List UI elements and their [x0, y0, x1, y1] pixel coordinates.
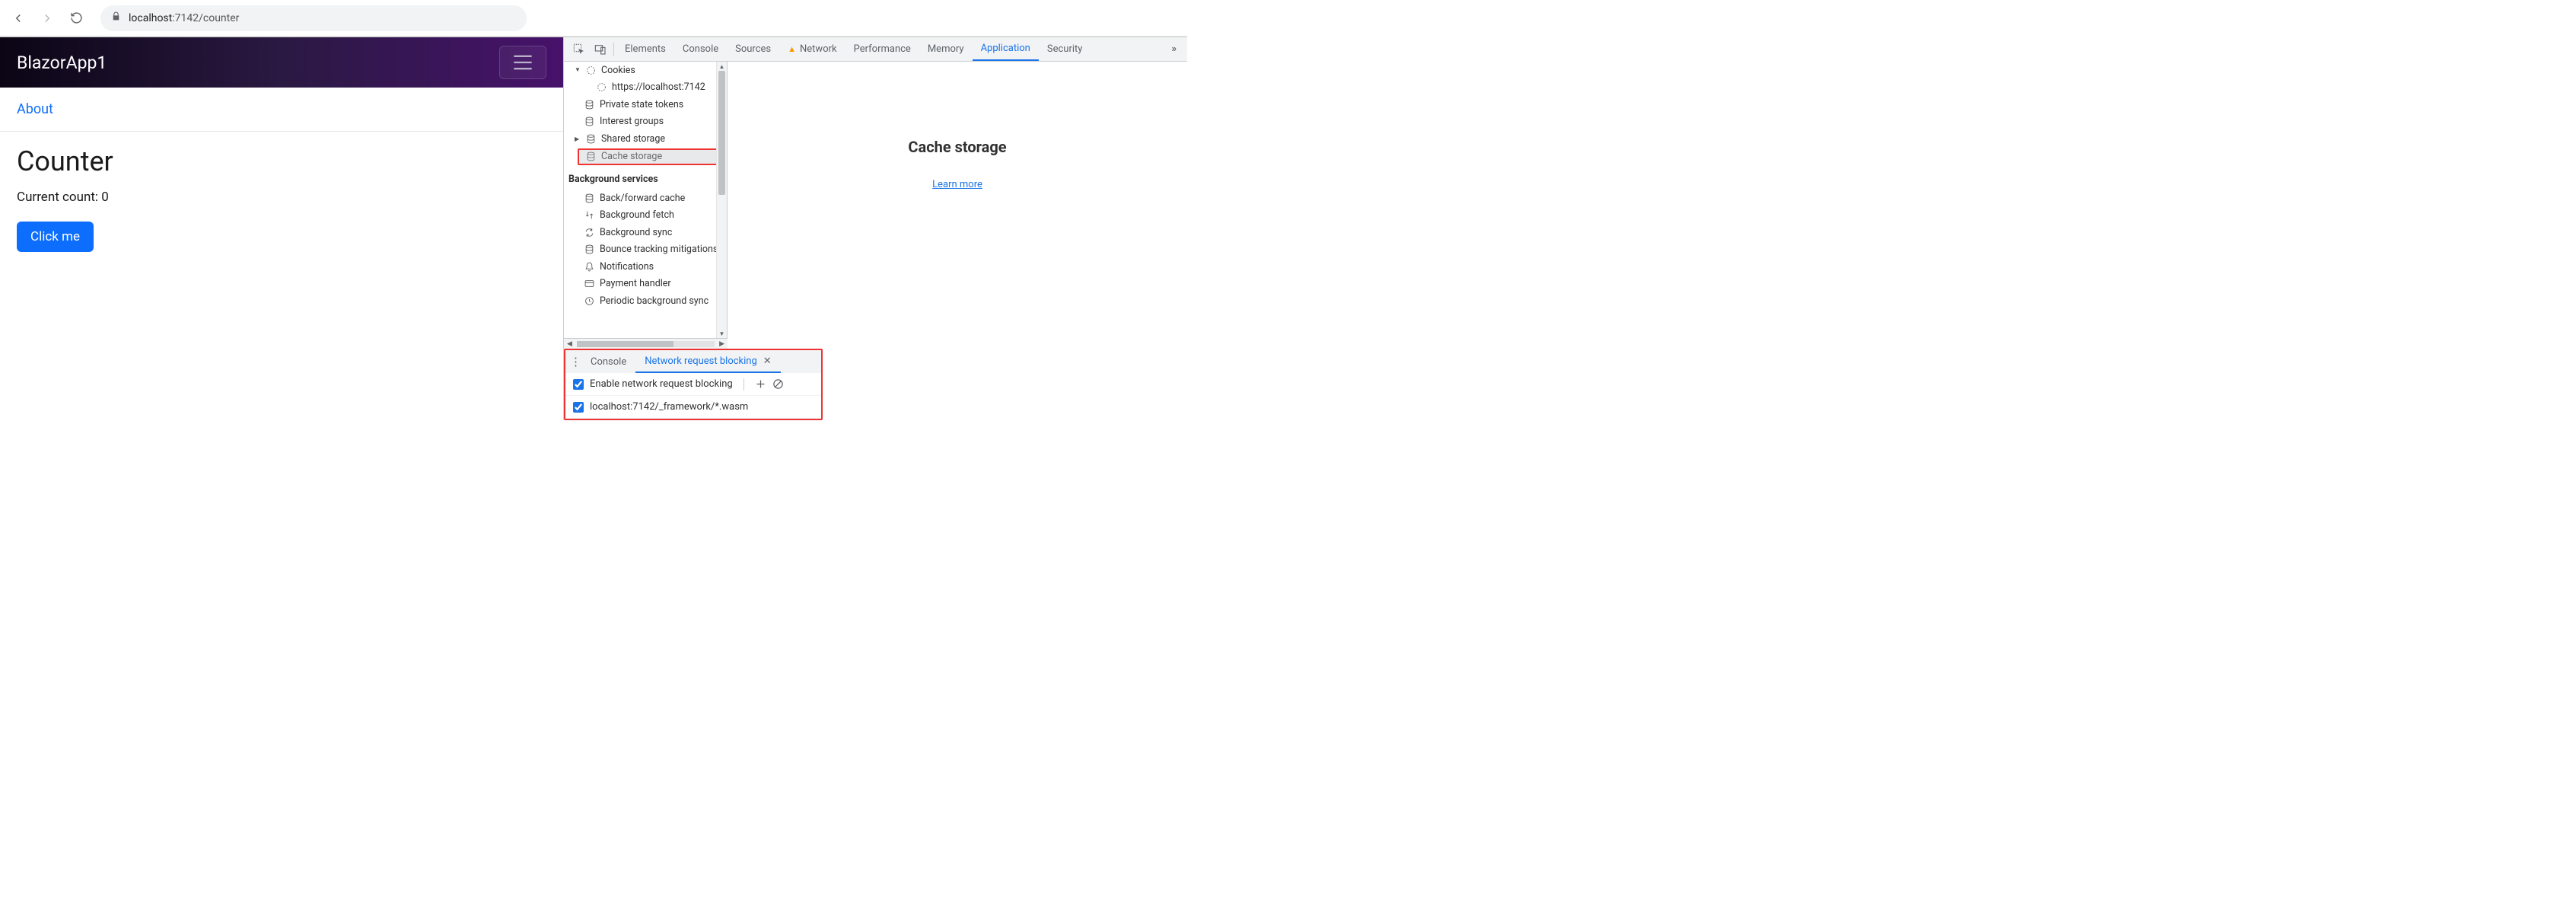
address-bar[interactable]: localhost:7142/counter	[100, 5, 527, 31]
database-icon	[584, 193, 595, 203]
sidebar-item-private-tokens[interactable]: Private state tokens	[564, 96, 727, 113]
nav-toggle-button[interactable]	[499, 46, 546, 79]
tab-security[interactable]: Security	[1039, 37, 1091, 61]
tabs-overflow-button[interactable]: »	[1166, 37, 1183, 61]
lock-icon	[111, 11, 121, 24]
database-icon	[584, 116, 595, 126]
counter-text: Current count: 0	[17, 190, 546, 205]
page-heading: Counter	[17, 145, 546, 177]
application-sidebar: ▼ Cookies https://localhost:7142 Private…	[564, 62, 728, 338]
sidebar-item-periodic-sync[interactable]: Periodic background sync	[564, 292, 727, 310]
nav-reload-button[interactable]	[64, 6, 88, 30]
sync-icon	[584, 228, 595, 238]
nav-forward-button[interactable]	[35, 6, 59, 30]
devtools-panel: Elements Console Sources ▲Network Perfor…	[563, 37, 1187, 420]
sidebar-item-cookie-origin[interactable]: https://localhost:7142	[564, 79, 727, 97]
database-icon	[584, 244, 595, 254]
clock-icon	[584, 296, 595, 306]
sidebar-item-background-fetch[interactable]: Background fetch	[564, 207, 727, 225]
tab-elements[interactable]: Elements	[616, 37, 674, 61]
counter-value: 0	[101, 190, 109, 205]
bell-icon	[584, 262, 595, 272]
database-icon	[584, 100, 595, 110]
app-brand[interactable]: BlazorApp1	[17, 53, 107, 73]
cache-storage-title: Cache storage	[908, 138, 1006, 156]
app-navbar: BlazorApp1	[0, 37, 563, 88]
database-icon	[585, 134, 597, 144]
close-icon[interactable]: ✕	[763, 356, 772, 367]
tab-application[interactable]: Application	[973, 37, 1039, 61]
sidebar-item-interest-groups[interactable]: Interest groups	[564, 113, 727, 131]
cookie-icon	[585, 65, 597, 75]
sidebar-item-notifications[interactable]: Notifications	[564, 258, 727, 276]
sidebar-item-background-sync[interactable]: Background sync	[564, 224, 727, 241]
device-toggle-icon[interactable]	[590, 43, 611, 56]
drawer-tab-console[interactable]: Console	[581, 350, 635, 373]
pattern-text: localhost:7142/_framework/*.wasm	[590, 401, 748, 413]
sidebar-item-cookies[interactable]: ▼ Cookies	[564, 62, 727, 79]
sidebar-item-bounce-tracking[interactable]: Bounce tracking mitigations	[564, 241, 727, 259]
drawer-menu-icon[interactable]: ⋮	[570, 355, 581, 368]
about-link[interactable]: About	[0, 88, 563, 132]
warning-icon: ▲	[788, 44, 796, 54]
pattern-enabled-checkbox[interactable]	[573, 402, 584, 413]
devtools-tabs: Elements Console Sources ▲Network Perfor…	[564, 37, 1187, 62]
devtools-drawer: ⋮ Console Network request blocking ✕ Ena…	[564, 349, 823, 420]
sidebar-item-bf-cache[interactable]: Back/forward cache	[564, 190, 727, 207]
sidebar-section-background-services: Background services	[564, 166, 727, 190]
app-viewport: BlazorApp1 About Counter Current count: …	[0, 37, 563, 420]
cookie-icon	[596, 82, 607, 92]
card-icon	[584, 279, 595, 289]
drawer-tab-network-request-blocking[interactable]: Network request blocking ✕	[635, 350, 780, 373]
page-content: Counter Current count: 0 Click me	[0, 132, 563, 266]
tab-network[interactable]: ▲Network	[779, 37, 845, 61]
sidebar-item-shared-storage[interactable]: ▶ Shared storage	[564, 130, 727, 148]
browser-toolbar: localhost:7142/counter	[0, 0, 1187, 37]
enable-blocking-label: Enable network request blocking	[590, 378, 733, 390]
application-main: Cache storage Learn more	[728, 62, 1187, 338]
sidebar-item-payment-handler[interactable]: Payment handler	[564, 276, 727, 293]
increment-button[interactable]: Click me	[17, 222, 94, 252]
sidebar-item-cache-storage[interactable]: Cache storage	[578, 148, 727, 166]
tab-memory[interactable]: Memory	[919, 37, 973, 61]
learn-more-link[interactable]: Learn more	[932, 179, 982, 190]
tab-console[interactable]: Console	[674, 37, 727, 61]
sidebar-scrollbar[interactable]: ▲ ▼	[716, 62, 727, 338]
nav-back-button[interactable]	[6, 6, 30, 30]
database-icon	[585, 151, 597, 161]
enable-blocking-checkbox[interactable]	[573, 379, 584, 390]
enable-blocking-row: Enable network request blocking	[565, 373, 821, 396]
inspect-icon[interactable]	[568, 43, 590, 56]
add-pattern-button[interactable]	[755, 378, 766, 390]
tab-performance[interactable]: Performance	[845, 37, 919, 61]
blocking-pattern-row[interactable]: localhost:7142/_framework/*.wasm	[565, 396, 821, 419]
sidebar-hscroll[interactable]: ◀▶	[564, 338, 728, 349]
clear-patterns-button[interactable]	[772, 378, 784, 390]
fetch-icon	[584, 210, 595, 220]
address-text: localhost:7142/counter	[129, 12, 239, 24]
tab-sources[interactable]: Sources	[727, 37, 779, 61]
